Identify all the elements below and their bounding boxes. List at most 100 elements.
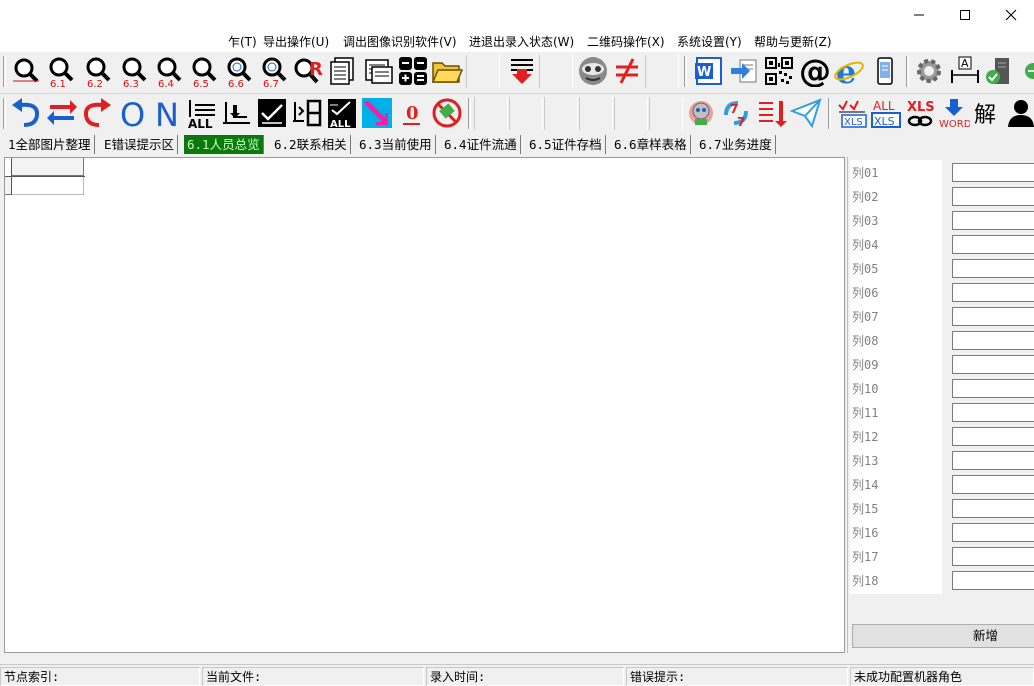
- open-folder-button[interactable]: [430, 54, 464, 88]
- column-value-input[interactable]: [952, 235, 1034, 254]
- robot-button[interactable]: [684, 96, 718, 130]
- toolbar-grip[interactable]: [684, 56, 687, 87]
- browser-button[interactable]: e: [832, 54, 866, 88]
- remove-button[interactable]: [1016, 54, 1034, 88]
- toolbar-empty-slot[interactable]: [579, 97, 613, 130]
- menu-item-image-recognition[interactable]: 调出图像识别软件(V): [343, 33, 457, 50]
- fill-down-button[interactable]: [220, 96, 254, 130]
- tab-current-use[interactable]: 6.3当前使用: [356, 135, 436, 154]
- qrcode-button[interactable]: [762, 54, 796, 88]
- column-value-input[interactable]: [952, 211, 1034, 230]
- toolbar-grip[interactable]: [468, 98, 471, 129]
- tab-error-hints[interactable]: E错误提示区: [101, 135, 179, 154]
- export-arrow-button[interactable]: [727, 54, 761, 88]
- tab-contacts[interactable]: 6.2联系相关: [271, 135, 351, 154]
- date-fill-button[interactable]: [290, 96, 324, 130]
- zoom-6-2-button[interactable]: 6.2: [80, 54, 114, 88]
- menu-item-help[interactable]: 帮助与更新(Z): [754, 33, 832, 50]
- column-value-input[interactable]: [952, 475, 1034, 494]
- search-r-button[interactable]: R: [290, 54, 324, 88]
- tab-stamp-forms[interactable]: 6.6章样表格: [611, 135, 691, 154]
- column-value-input[interactable]: [952, 331, 1034, 350]
- minimize-button[interactable]: [896, 0, 942, 30]
- fill-all-button[interactable]: ALL: [185, 96, 219, 130]
- not-equal-button[interactable]: [610, 54, 644, 88]
- word-doc-button[interactable]: W: [692, 54, 726, 88]
- n-button[interactable]: N: [150, 96, 184, 130]
- tab-certificate-archive[interactable]: 6.5证件存档: [526, 135, 606, 154]
- all-xls-button[interactable]: ALL XLS: [869, 96, 903, 130]
- zoom-6-1-button[interactable]: 6.1: [43, 54, 77, 88]
- add-button[interactable]: 新增: [852, 624, 1034, 648]
- mobile-phone-button[interactable]: [868, 54, 902, 88]
- column-value-input[interactable]: [952, 403, 1034, 422]
- toolbar-empty-slot[interactable]: [614, 97, 648, 130]
- toolbar-grip[interactable]: [828, 98, 831, 129]
- grid-column-header[interactable]: [12, 158, 84, 176]
- toolbar-empty-slot[interactable]: [466, 55, 500, 88]
- zoom-6-0-button[interactable]: [8, 54, 42, 88]
- zoom-6-6-button[interactable]: 6.6: [221, 54, 255, 88]
- tab-all-images[interactable]: 1全部图片整理: [5, 135, 95, 154]
- column-value-input[interactable]: [952, 355, 1034, 374]
- column-value-input[interactable]: [952, 499, 1034, 518]
- column-value-input[interactable]: [952, 283, 1034, 302]
- column-value-input[interactable]: [952, 547, 1034, 566]
- zoom-6-4-button[interactable]: 6.4: [151, 54, 185, 88]
- zero-button[interactable]: 0: [395, 96, 429, 130]
- document-copy-button[interactable]: [361, 54, 395, 88]
- zoom-6-7-button[interactable]: 6.7: [256, 54, 290, 88]
- toolbar-empty-slot[interactable]: [645, 55, 679, 88]
- column-value-input[interactable]: [952, 571, 1034, 590]
- toolbar-grip[interactable]: [906, 56, 909, 87]
- menu-item-entry-state[interactable]: 进退出录入状态(W): [469, 33, 574, 50]
- close-button[interactable]: [988, 0, 1034, 30]
- toolbar-grip[interactable]: [3, 56, 6, 87]
- email-at-button[interactable]: @: [797, 54, 831, 88]
- decode-button[interactable]: 解: [971, 96, 1005, 130]
- column-value-input[interactable]: [952, 307, 1034, 326]
- all-chart-button[interactable]: ALL: [325, 96, 359, 130]
- document-list-button[interactable]: [326, 54, 360, 88]
- toolbar-grip[interactable]: [3, 98, 6, 129]
- server-check-button[interactable]: [982, 54, 1016, 88]
- o-button[interactable]: O: [115, 96, 149, 130]
- user-button[interactable]: [1004, 96, 1034, 130]
- tab-business-progress[interactable]: 6.7业务进度: [696, 135, 776, 154]
- zoom-6-3-button[interactable]: 6.3: [116, 54, 150, 88]
- refresh-seven-button[interactable]: 77: [719, 96, 753, 130]
- toolbar-empty-slot[interactable]: [474, 97, 508, 130]
- mask-face-button[interactable]: [576, 54, 610, 88]
- undo-button[interactable]: [9, 96, 43, 130]
- sort-down-button[interactable]: [504, 54, 538, 88]
- redo-button[interactable]: [80, 96, 114, 130]
- toolbar-empty-slot[interactable]: [539, 55, 573, 88]
- menu-item-t[interactable]: 乍(T): [228, 33, 257, 50]
- settings-gear-button[interactable]: [912, 54, 946, 88]
- check-xls-button[interactable]: XLS: [835, 96, 869, 130]
- menu-item-settings[interactable]: 系统设置(Y): [677, 33, 742, 50]
- download-word-button[interactable]: WORD: [937, 96, 971, 130]
- toolbar-empty-slot[interactable]: [649, 97, 683, 130]
- toolbar-empty-slot[interactable]: [509, 97, 543, 130]
- toolbar-empty-slot[interactable]: [544, 97, 578, 130]
- maximize-button[interactable]: [942, 0, 988, 30]
- list-sort-button[interactable]: [754, 96, 788, 130]
- column-value-input[interactable]: [952, 523, 1034, 542]
- send-button[interactable]: [789, 96, 823, 130]
- column-value-input[interactable]: [952, 259, 1034, 278]
- menu-item-export[interactable]: 导出操作(U): [263, 33, 329, 50]
- eraser-button[interactable]: [430, 96, 464, 130]
- text-width-button[interactable]: A: [948, 54, 982, 88]
- data-grid[interactable]: [4, 157, 845, 653]
- chart-check-button[interactable]: [255, 96, 289, 130]
- swap-button[interactable]: [45, 96, 79, 130]
- tab-personnel-overview[interactable]: 6.1人员总览: [184, 135, 264, 154]
- diagonal-arrow-button[interactable]: [360, 96, 394, 130]
- column-value-input[interactable]: [952, 451, 1034, 470]
- tab-certificate-circulation[interactable]: 6.4证件流通: [441, 135, 521, 154]
- column-value-input[interactable]: [952, 427, 1034, 446]
- calculator-button[interactable]: [396, 54, 430, 88]
- column-value-input[interactable]: [952, 379, 1034, 398]
- menu-item-qrcode[interactable]: 二维码操作(X): [587, 33, 665, 50]
